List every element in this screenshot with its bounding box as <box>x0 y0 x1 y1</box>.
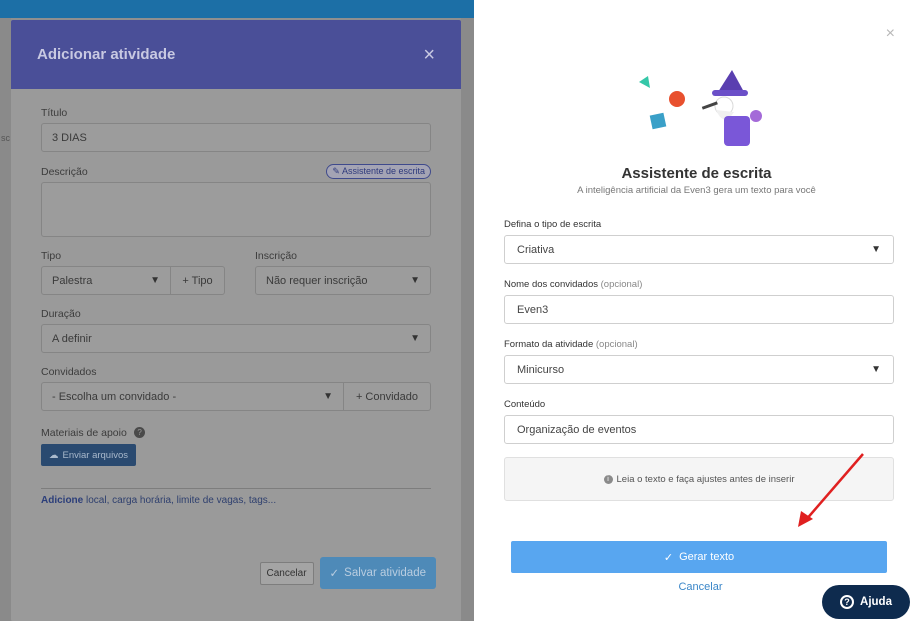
chevron-down-icon: ▼ <box>150 275 160 286</box>
tipo-value: Palestra <box>52 274 93 287</box>
chevron-down-icon: ▼ <box>323 391 333 402</box>
nome-convidados-value: Even3 <box>517 303 549 316</box>
save-activity-button[interactable]: ✓ Salvar atividade <box>319 557 436 589</box>
titulo-value: 3 DIAS <box>52 131 87 144</box>
modal-title: Adicionar atividade <box>37 46 176 63</box>
duracao-value: A definir <box>52 332 92 345</box>
panel-subtitle: A inteligência artificial da Even3 gera … <box>577 185 816 196</box>
tipo-group: Tipo Palestra ▼ + Tipo <box>41 250 225 295</box>
modal-footer: Cancelar ✓ Salvar atividade <box>259 557 436 589</box>
question-icon[interactable]: ? <box>134 427 146 439</box>
divider <box>41 488 431 489</box>
conteudo-value: Organização de eventos <box>517 423 637 436</box>
convidados-select[interactable]: - Escolha um convidado - ▼ <box>41 382 344 411</box>
tipo-controls: Palestra ▼ + Tipo <box>41 266 225 295</box>
add-more-fields-link[interactable]: Adicione local, carga horária, limite de… <box>41 495 431 506</box>
generate-text-button[interactable]: ✓ Gerar texto <box>511 541 887 573</box>
more-link-bold: Adicione <box>41 495 84 506</box>
tipo-escrita-label: Defina o tipo de escrita <box>504 219 602 230</box>
chevron-down-icon: ▼ <box>410 275 420 286</box>
convidados-controls: - Escolha um convidado - ▼ + Convidado <box>41 382 431 411</box>
modal-cancel-button[interactable]: Cancelar <box>259 561 314 585</box>
more-link-rest: local, carga horária, limite de vagas, t… <box>83 495 277 506</box>
tipo-label: Tipo <box>41 250 62 262</box>
help-label: Ajuda <box>860 596 892 608</box>
panel-close-icon[interactable]: × <box>886 26 895 42</box>
background-fragment: sc <box>1 133 10 143</box>
conteudo-label: Conteúdo <box>504 399 546 410</box>
cloud-upload-icon: ☁ <box>49 449 59 461</box>
wand-icon: ✎ <box>332 166 340 176</box>
duracao-label: Duração <box>41 308 81 320</box>
duracao-select[interactable]: A definir ▼ <box>41 324 431 353</box>
assistente-escrita-button[interactable]: ✎ Assistente de escrita <box>326 164 431 179</box>
optional-tag: (opcional) <box>595 339 638 350</box>
assistente-badge-label: Assistente de escrita <box>341 166 425 176</box>
inscricao-label: Inscrição <box>255 250 298 262</box>
upload-wrap: ☁ Enviar arquivos <box>41 444 431 466</box>
conteudo-input[interactable]: Organização de eventos <box>504 415 894 444</box>
descricao-textarea[interactable] <box>41 182 431 237</box>
tipo-escrita-value: Criativa <box>517 243 555 256</box>
check-icon: ✓ <box>329 568 340 580</box>
modal-close-icon[interactable]: × <box>423 45 435 65</box>
help-button[interactable]: ? Ajuda <box>822 585 910 619</box>
inscricao-group: Inscrição Não requer inscrição ▼ <box>255 250 431 295</box>
tipo-inscricao-row: Tipo Palestra ▼ + Tipo Inscrição Não req… <box>41 250 431 295</box>
formato-label: Formato da atividade (opcional) <box>504 339 894 350</box>
convidados-group: Convidados - Escolha um convidado - ▼ + … <box>41 366 431 411</box>
nome-convidados-input[interactable]: Even3 <box>504 295 894 324</box>
duracao-group: Duração A definir ▼ <box>41 308 431 353</box>
modal-body: Título 3 DIAS Descrição ✎ Assistente de … <box>11 89 461 506</box>
note-text: Leia o texto e faça ajustes antes de ins… <box>616 473 795 485</box>
wizard-illustration-icon <box>639 70 762 146</box>
titulo-input[interactable]: 3 DIAS <box>41 123 431 152</box>
chevron-down-icon: ▼ <box>871 244 881 255</box>
materiais-label: Materiais de apoio <box>41 427 127 439</box>
optional-tag: (opcional) <box>600 279 643 290</box>
titulo-label: Título <box>41 107 68 119</box>
nome-convidados-text: Nome dos convidados <box>504 279 598 290</box>
chevron-down-icon: ▼ <box>871 364 881 375</box>
formato-value: Minicurso <box>517 363 565 376</box>
convidados-label: Convidados <box>41 366 97 378</box>
check-icon: ✓ <box>663 551 674 564</box>
upload-files-button[interactable]: ☁ Enviar arquivos <box>41 444 136 466</box>
upload-label: Enviar arquivos <box>62 449 128 461</box>
red-arrow-annotation-icon <box>798 453 864 527</box>
panel-title: Assistente de escrita <box>621 165 772 182</box>
nome-convidados-label: Nome dos convidados (opcional) <box>504 279 894 290</box>
tipo-escrita-select[interactable]: Criativa ▼ <box>504 235 894 264</box>
add-tipo-button[interactable]: + Tipo <box>171 266 225 295</box>
background-right-strip <box>461 18 474 621</box>
add-activity-modal: Adicionar atividade × Título 3 DIAS Desc… <box>11 20 461 621</box>
question-icon: ? <box>840 595 855 609</box>
tipo-select[interactable]: Palestra ▼ <box>41 266 171 295</box>
background-left-strip <box>0 18 11 621</box>
chevron-down-icon: ▼ <box>410 333 420 344</box>
inscricao-value: Não requer inscrição <box>266 274 368 287</box>
materiais-group: Materiais de apoio ? ☁ Enviar arquivos <box>41 425 431 466</box>
generate-label: Gerar texto <box>679 551 735 563</box>
descricao-group: Descrição ✎ Assistente de escrita <box>41 164 431 237</box>
modal-header: Adicionar atividade × <box>11 20 461 89</box>
save-label: Salvar atividade <box>344 567 426 579</box>
formato-select[interactable]: Minicurso ▼ <box>504 355 894 384</box>
inscricao-select[interactable]: Não requer inscrição ▼ <box>255 266 431 295</box>
add-convidado-button[interactable]: + Convidado <box>344 382 431 411</box>
info-icon: i <box>603 474 613 484</box>
convidados-value: - Escolha um convidado - <box>52 390 177 403</box>
background-topbar <box>0 0 474 18</box>
formato-text: Formato da atividade <box>504 339 594 350</box>
